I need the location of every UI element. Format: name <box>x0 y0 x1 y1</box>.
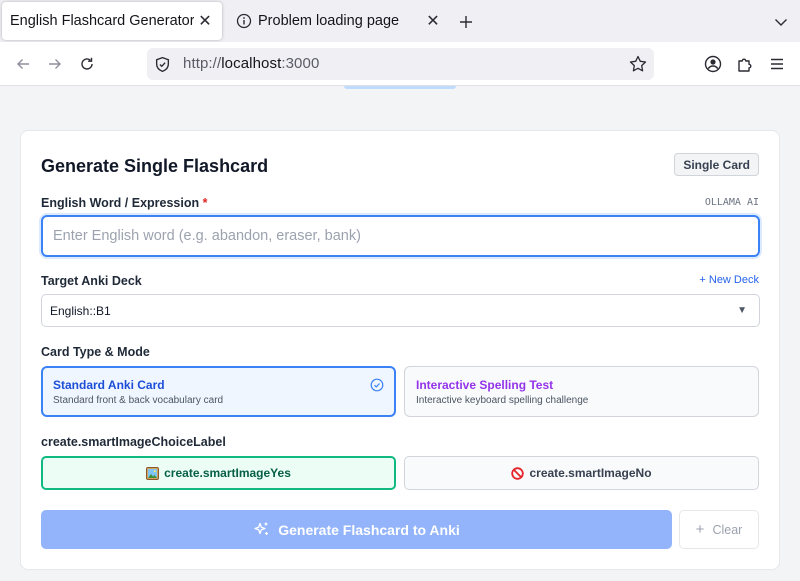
info-icon <box>236 13 252 29</box>
url-port: :3000 <box>281 55 320 72</box>
url-host: localhost <box>221 55 282 72</box>
spelling-test-option[interactable]: Interactive Spelling Test Interactive ke… <box>404 366 759 417</box>
deck-label: Target Anki Deck <box>41 274 142 288</box>
tab-title: English Flashcard Generator <box>10 13 194 29</box>
star-icon[interactable] <box>628 54 648 79</box>
chevron-down-icon[interactable] <box>770 11 792 33</box>
image-choice-label: create.smartImageChoiceLabel <box>41 435 226 449</box>
mode-badge: Single Card <box>674 153 759 176</box>
check-circle-icon <box>370 378 384 397</box>
deck-selected-value: English::B1 <box>50 303 111 318</box>
arrow-right-icon[interactable] <box>43 52 67 76</box>
smart-image-yes-button[interactable]: create.smartImageYes <box>41 456 396 490</box>
url-scheme: http:// <box>183 55 222 72</box>
option-description: Standard front & back vocabulary card <box>53 395 224 406</box>
puzzle-icon[interactable] <box>733 52 757 76</box>
word-label: English Word / Expression * <box>41 196 208 210</box>
page-title: Generate Single Flashcard <box>41 156 269 176</box>
smart-image-no-label: create.smartImageNo <box>529 466 652 480</box>
shield-icon[interactable] <box>154 56 171 78</box>
smart-image-yes-label: create.smartImageYes <box>164 466 291 480</box>
browser-tab-active[interactable]: English Flashcard Generator ✕ <box>2 2 222 40</box>
arrow-left-icon[interactable] <box>11 52 35 76</box>
flashcard-form-card: Generate Single Flashcard Single Card En… <box>20 130 780 570</box>
hamburger-menu-icon[interactable] <box>765 52 789 76</box>
sparkles-icon <box>253 521 270 538</box>
url-text: http://localhost:3000 <box>183 55 319 72</box>
reload-icon[interactable] <box>75 52 99 76</box>
generate-flashcard-button[interactable]: Generate Flashcard to Anki <box>41 510 672 549</box>
new-tab-plus-icon[interactable] <box>455 11 477 33</box>
prohibited-icon <box>511 466 525 480</box>
english-word-input[interactable] <box>41 215 760 257</box>
picture-icon <box>146 466 160 480</box>
plus-icon: + <box>695 521 705 538</box>
option-description: Interactive keyboard spelling challenge <box>416 395 589 406</box>
close-tab-icon[interactable]: ✕ <box>422 10 444 32</box>
smart-image-no-button[interactable]: create.smartImageNo <box>404 456 759 490</box>
clear-button-label: Clear <box>712 522 743 537</box>
ai-provider-tag: OLLAMA AI <box>704 197 759 208</box>
close-tab-icon[interactable]: ✕ <box>194 10 216 32</box>
option-title: Interactive Spelling Test <box>416 378 554 392</box>
browser-tab-bar: English Flashcard Generator ✕ Problem lo… <box>0 0 800 42</box>
previous-section-edge <box>344 86 456 89</box>
account-icon[interactable] <box>701 52 725 76</box>
generate-button-label: Generate Flashcard to Anki <box>278 521 460 538</box>
standard-card-option[interactable]: Standard Anki Card Standard front & back… <box>41 366 396 417</box>
clear-button[interactable]: + Clear <box>679 510 759 549</box>
browser-tab-inactive[interactable]: Problem loading page ✕ <box>228 2 450 40</box>
page-viewport: Generate Single Flashcard Single Card En… <box>0 86 800 581</box>
browser-nav-bar: http://localhost:3000 <box>0 42 800 86</box>
new-deck-link[interactable]: + New Deck <box>699 274 759 286</box>
required-indicator: * <box>202 196 208 210</box>
tab-title: Problem loading page <box>258 13 400 29</box>
option-title: Standard Anki Card <box>53 378 165 392</box>
url-bar[interactable]: http://localhost:3000 <box>147 48 654 80</box>
word-label-text: English Word / Expression <box>41 196 200 210</box>
card-type-label: Card Type & Mode <box>41 345 150 359</box>
dropdown-caret-icon: ▼ <box>737 305 747 316</box>
deck-select[interactable]: English::B1 ▼ <box>41 294 760 327</box>
